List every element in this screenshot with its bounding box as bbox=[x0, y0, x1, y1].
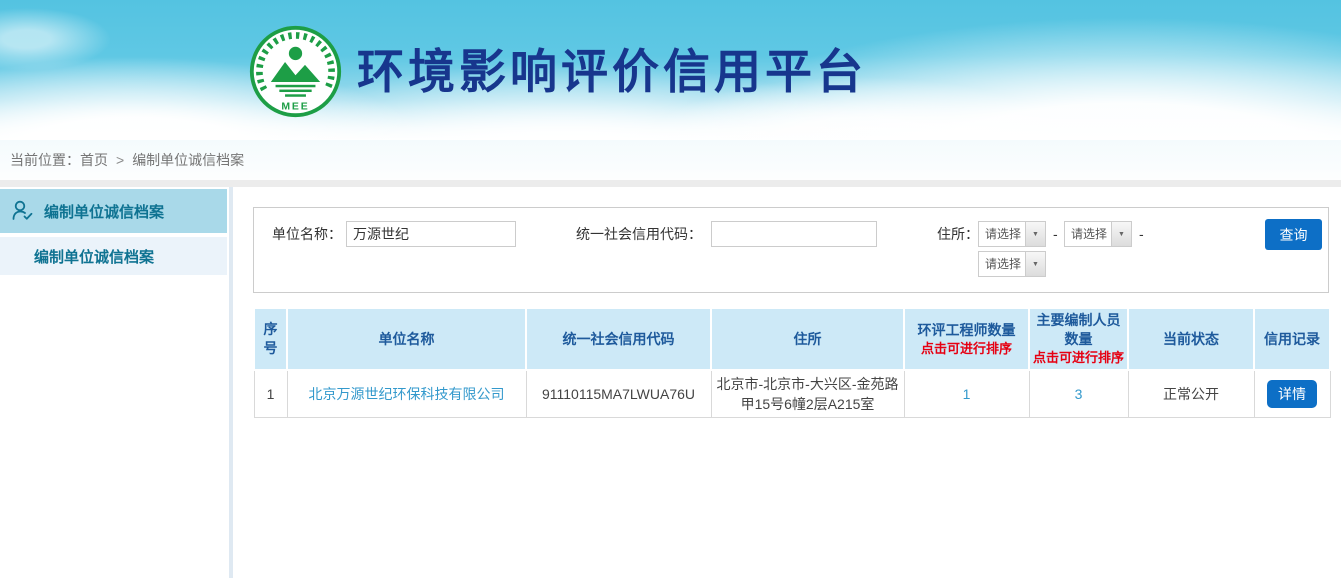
city-select-value: 请选择 bbox=[1065, 222, 1111, 246]
breadcrumb-separator: > bbox=[116, 152, 124, 168]
detail-button[interactable]: 详情 bbox=[1267, 380, 1317, 408]
sidebar-item-label: 编制单位诚信档案 bbox=[34, 246, 154, 267]
breadcrumb-current: 编制单位诚信档案 bbox=[132, 152, 244, 168]
sidebar-item-credit-archive[interactable]: 编制单位诚信档案 bbox=[0, 237, 227, 275]
mee-logo-text: MEE bbox=[281, 102, 309, 113]
col-credit-code: 统一社会信用代码 bbox=[526, 308, 711, 370]
district-select-value: 请选择 bbox=[979, 252, 1025, 276]
unit-name-label: 单位名称： bbox=[272, 221, 342, 247]
chevron-down-icon[interactable]: ▼ bbox=[1025, 252, 1045, 276]
address-dash-2: - bbox=[1139, 221, 1144, 247]
sort-hint-engineer[interactable]: 点击可进行排序 bbox=[907, 340, 1026, 358]
col-address: 住所 bbox=[711, 308, 904, 370]
row-index: 1 bbox=[254, 370, 287, 417]
address-dash-1: - bbox=[1053, 221, 1058, 247]
table-header-row: 序号 单位名称 统一社会信用代码 住所 环评工程师数量 点击可进行排序 主要编制… bbox=[254, 308, 1330, 370]
site-banner: MEE 环境影响评价信用平台 bbox=[0, 0, 1341, 140]
city-select[interactable]: 请选择 ▼ bbox=[1064, 221, 1132, 247]
chevron-down-icon[interactable]: ▼ bbox=[1111, 222, 1131, 246]
search-panel: 单位名称： 统一社会信用代码： 住所： 请选择 ▼ - 请选择 ▼ - 请选择 … bbox=[253, 207, 1329, 293]
col-unit-name: 单位名称 bbox=[287, 308, 526, 370]
breadcrumb-home-link[interactable]: 首页 bbox=[80, 152, 108, 168]
col-status: 当前状态 bbox=[1128, 308, 1254, 370]
sidebar: 编制单位诚信档案 编制单位诚信档案 bbox=[0, 187, 233, 578]
province-select-value: 请选择 bbox=[979, 222, 1025, 246]
credit-code-label: 统一社会信用代码： bbox=[576, 221, 702, 247]
breadcrumb-label: 当前位置： bbox=[10, 152, 80, 168]
breadcrumb: 当前位置：首页 > 编制单位诚信档案 bbox=[0, 140, 1341, 180]
chevron-down-icon[interactable]: ▼ bbox=[1025, 222, 1045, 246]
unit-name-link[interactable]: 北京万源世纪环保科技有限公司 bbox=[309, 386, 505, 402]
page: MEE 环境影响评价信用平台 当前位置：首页 > 编制单位诚信档案 编制单位诚信档案… bbox=[0, 0, 1341, 578]
mee-logo-icon: MEE bbox=[248, 24, 343, 119]
col-engineer-count[interactable]: 环评工程师数量 点击可进行排序 bbox=[904, 308, 1029, 370]
engineer-count-link[interactable]: 1 bbox=[963, 386, 971, 402]
sidebar-header-label: 编制单位诚信档案 bbox=[44, 201, 164, 222]
col-index: 序号 bbox=[254, 308, 287, 370]
col-credit-record: 信用记录 bbox=[1254, 308, 1330, 370]
credit-code-input[interactable] bbox=[711, 221, 877, 247]
results-table: 序号 单位名称 统一社会信用代码 住所 环评工程师数量 点击可进行排序 主要编制… bbox=[253, 307, 1331, 418]
site-title: 环境影响评价信用平台 bbox=[357, 24, 867, 119]
province-select[interactable]: 请选择 ▼ bbox=[978, 221, 1046, 247]
divider-strip bbox=[0, 180, 1341, 187]
query-button[interactable]: 查询 bbox=[1265, 219, 1322, 250]
status-cell: 正常公开 bbox=[1128, 370, 1254, 417]
col-staff-count[interactable]: 主要编制人员数量 点击可进行排序 bbox=[1029, 308, 1128, 370]
sort-hint-staff[interactable]: 点击可进行排序 bbox=[1032, 349, 1125, 367]
sidebar-header-item[interactable]: 编制单位诚信档案 bbox=[0, 189, 227, 233]
user-check-icon bbox=[10, 198, 36, 224]
main-content: 单位名称： 统一社会信用代码： 住所： 请选择 ▼ - 请选择 ▼ - 请选择 … bbox=[233, 187, 1341, 578]
unit-name-input[interactable] bbox=[346, 221, 516, 247]
district-select[interactable]: 请选择 ▼ bbox=[978, 251, 1046, 277]
credit-code-cell: 91110115MA7LWUA76U bbox=[526, 370, 711, 417]
address-label: 住所： bbox=[937, 221, 979, 247]
staff-count-link[interactable]: 3 bbox=[1075, 386, 1083, 402]
address-cell: 北京市-北京市-大兴区-金苑路甲15号6幢2层A215室 bbox=[711, 370, 904, 417]
table-row: 1 北京万源世纪环保科技有限公司 91110115MA7LWUA76U 北京市-… bbox=[254, 370, 1330, 417]
